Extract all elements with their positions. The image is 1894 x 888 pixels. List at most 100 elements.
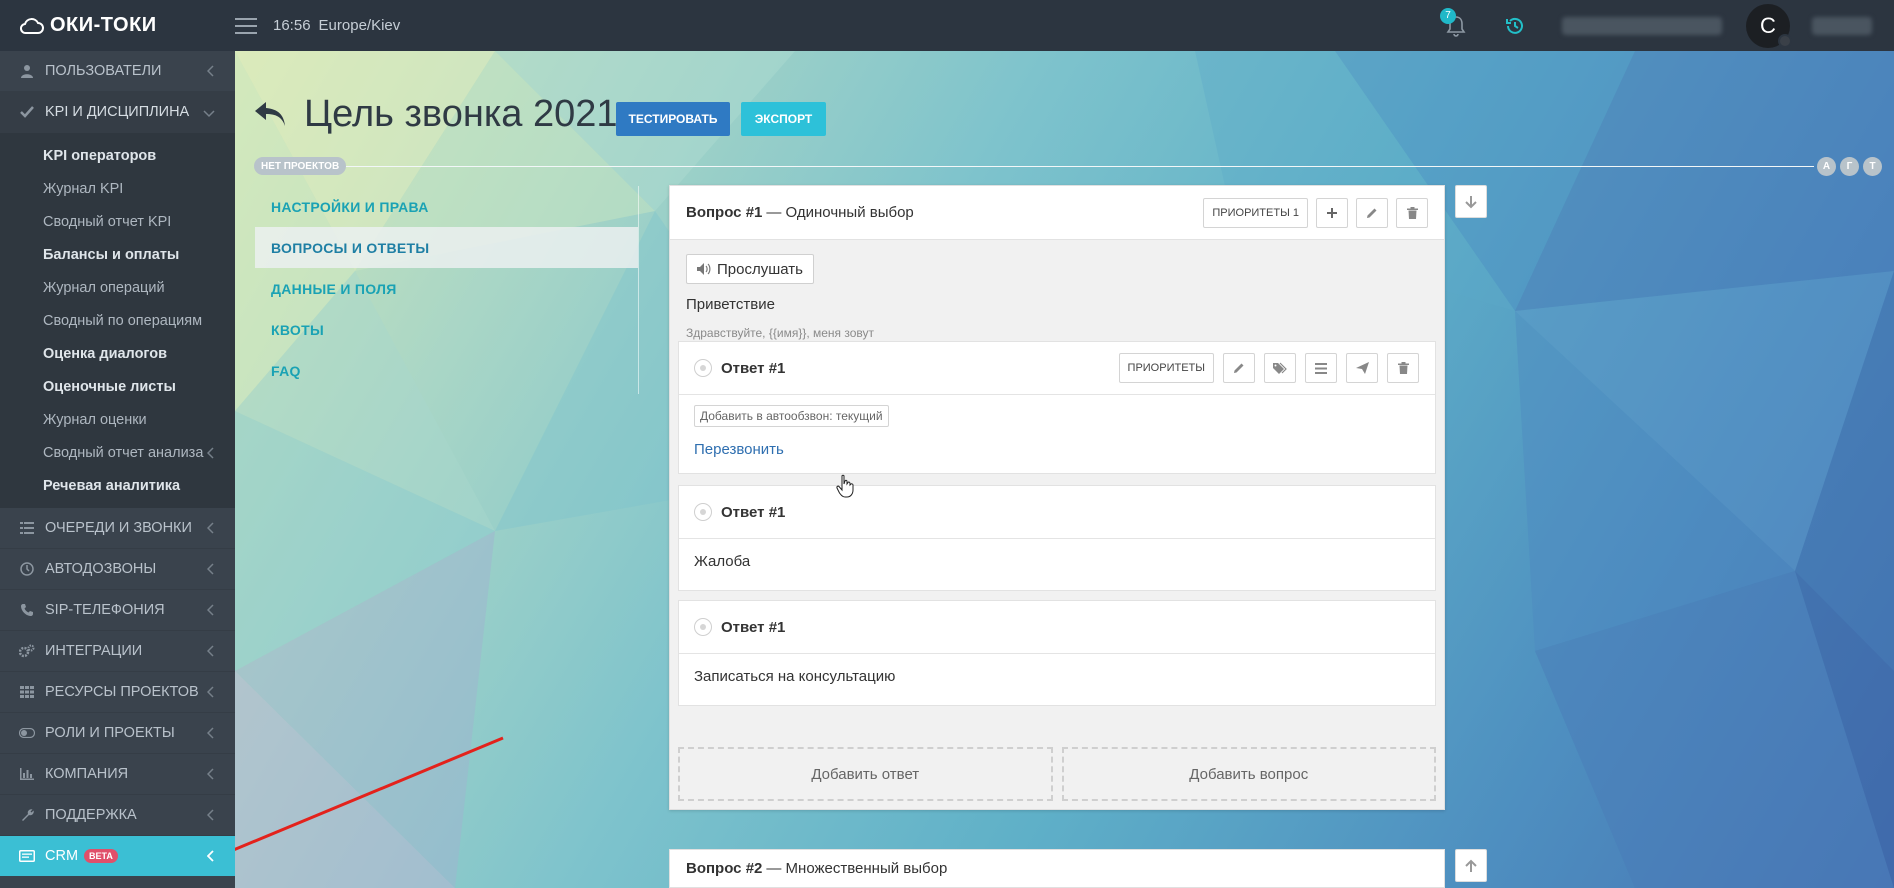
sidebar-sub-speech-analytics[interactable]: Речевая аналитика: [0, 469, 235, 502]
sidebar: ПОЛЬЗОВАТЕЛИ KPI И ДИСЦИПЛИНА KPI операт…: [0, 51, 235, 888]
answer-radio[interactable]: [694, 503, 712, 521]
chevron-left-icon: [206, 563, 215, 579]
move-down-icon[interactable]: [1455, 185, 1487, 218]
letter-chip-a[interactable]: А: [1817, 157, 1836, 176]
answer-label: Ответ #1: [721, 359, 786, 377]
answer-header: Ответ #1: [679, 601, 1435, 654]
sidebar-sub-label: Сводный отчет анализа: [43, 444, 204, 461]
chevron-left-icon: [206, 522, 215, 538]
sidebar-sub-analysis-summary[interactable]: Сводный отчет анализа: [0, 436, 235, 469]
sidebar-sub-dialog-rating[interactable]: Оценка диалогов: [0, 337, 235, 370]
tab-data-fields[interactable]: ДАННЫЕ И ПОЛЯ: [255, 268, 638, 309]
crm-card-icon: [18, 850, 36, 862]
sidebar-sub-rating-sheets[interactable]: Оценочные листы: [0, 370, 235, 403]
question-number: Вопрос #1: [686, 204, 763, 221]
sidebar-item-label: РОЛИ И ПРОЕКТЫ: [45, 725, 175, 741]
autodial-tag: Добавить в автообзвон: текущий: [694, 405, 889, 427]
tab-questions[interactable]: ВОПРОСЫ И ОТВЕТЫ: [255, 227, 638, 268]
sidebar-item-queues[interactable]: ОЧЕРЕДИ И ЗВОНКИ: [0, 508, 235, 549]
list-icon[interactable]: [1305, 353, 1337, 383]
clock-icon: [18, 562, 36, 576]
history-icon[interactable]: [1504, 15, 1526, 37]
sidebar-sub-operations-summary[interactable]: Сводный по операциям: [0, 304, 235, 337]
question-text: Здравствуйте, {{имя}}, меня зовут: [686, 326, 875, 340]
back-arrow-icon[interactable]: [252, 98, 288, 130]
edit-icon[interactable]: [1223, 353, 1255, 383]
question-title: Приветствие: [686, 296, 775, 313]
tab-settings[interactable]: НАСТРОЙКИ И ПРАВА: [255, 186, 638, 227]
gears-icon: [18, 644, 36, 658]
sidebar-item-kpi[interactable]: KPI И ДИСЦИПЛИНА: [0, 92, 235, 133]
send-icon[interactable]: [1346, 353, 1378, 383]
add-question-button[interactable]: Добавить вопрос: [1061, 747, 1436, 801]
listen-button[interactable]: Прослушать: [686, 254, 814, 284]
sidebar-sub-balances[interactable]: Балансы и оплаты: [0, 238, 235, 271]
add-icon[interactable]: [1316, 198, 1348, 228]
sidebar-sub-operations-journal[interactable]: Журнал операций: [0, 271, 235, 304]
letter-chip-g[interactable]: Г: [1840, 157, 1859, 176]
sidebar-item-crm[interactable]: CRM BETA: [0, 836, 235, 876]
sidebar-sub-kpi-journal[interactable]: Журнал KPI: [0, 172, 235, 205]
bar-chart-icon: [18, 768, 36, 780]
notifications-bell-icon[interactable]: 7: [1440, 7, 1468, 38]
sidebar-item-integrations[interactable]: ИНТЕГРАЦИИ: [0, 631, 235, 672]
avatar[interactable]: C: [1746, 3, 1792, 48]
check-icon: [18, 106, 36, 118]
sidebar-sub-kpi-summary[interactable]: Сводный отчет KPI: [0, 205, 235, 238]
question-priorities-button[interactable]: ПРИОРИТЕТЫ 1: [1203, 198, 1308, 228]
chevron-left-icon: [206, 768, 215, 784]
trash-icon[interactable]: [1396, 198, 1428, 228]
beta-badge: BETA: [84, 849, 118, 863]
answer-label: Ответ #1: [721, 503, 786, 521]
sidebar-sub-rating-journal[interactable]: Журнал оценки: [0, 403, 235, 436]
add-answer-button[interactable]: Добавить ответ: [678, 747, 1053, 801]
logo-text: ОКИ-ТОКИ: [50, 14, 157, 36]
projects-pill[interactable]: НЕТ ПРОЕКТОВ: [254, 157, 347, 175]
tags-icon[interactable]: [1264, 353, 1296, 383]
move-up-icon[interactable]: [1455, 849, 1487, 882]
sidebar-item-company[interactable]: КОМПАНИЯ: [0, 754, 235, 795]
script-tabs: НАСТРОЙКИ И ПРАВА ВОПРОСЫ И ОТВЕТЫ ДАННЫ…: [255, 186, 639, 394]
answer-card: Ответ #1 Жалоба: [678, 485, 1436, 591]
wrench-icon: [18, 808, 36, 822]
edit-icon[interactable]: [1356, 198, 1388, 228]
tab-faq[interactable]: FAQ: [255, 350, 638, 391]
logo[interactable]: ОКИ-ТОКИ: [0, 0, 235, 51]
chevron-left-icon: [206, 604, 215, 620]
trash-icon[interactable]: [1387, 353, 1419, 383]
user-name-blurred: [1812, 16, 1872, 35]
notifications-count: 7: [1440, 7, 1456, 24]
sidebar-item-support[interactable]: ПОДДЕРЖКА: [0, 795, 235, 836]
chevron-left-icon: [206, 809, 215, 825]
question-card: Вопрос #1 — Одиночный выбор ПРИОРИТЕТЫ 1…: [669, 185, 1445, 810]
answer-radio[interactable]: [694, 618, 712, 636]
sidebar-item-users[interactable]: ПОЛЬЗОВАТЕЛИ: [0, 51, 235, 92]
sidebar-item-sip[interactable]: SIP-ТЕЛЕФОНИЯ: [0, 590, 235, 631]
chevron-left-icon: [206, 65, 215, 81]
page-title: Цель звонка 2021: [304, 93, 618, 135]
timezone: Europe/Kiev: [318, 17, 401, 34]
sidebar-item-label: KPI И ДИСЦИПЛИНА: [45, 104, 190, 120]
answer-card: Ответ #1 ПРИОРИТЕТЫ Добавить в автообзво…: [678, 341, 1436, 474]
chevron-left-icon: [206, 686, 215, 702]
answer-radio[interactable]: [694, 359, 712, 377]
answer-priorities-button[interactable]: ПРИОРИТЕТЫ: [1118, 353, 1214, 383]
callback-link[interactable]: Перезвонить: [694, 441, 1420, 458]
projects-divider: [254, 166, 1814, 167]
sidebar-item-label: ИНТЕГРАЦИИ: [45, 643, 143, 659]
tab-quotas[interactable]: КВОТЫ: [255, 309, 638, 350]
menu-toggle-icon[interactable]: [235, 17, 257, 34]
letter-chip-t[interactable]: Т: [1863, 157, 1882, 176]
avatar-letter: C: [1760, 12, 1776, 38]
export-button[interactable]: ЭКСПОРТ: [741, 102, 826, 136]
test-button[interactable]: ТЕСТИРОВАТЬ: [616, 102, 730, 136]
sidebar-item-autodial[interactable]: АВТОДОЗВОНЫ: [0, 549, 235, 590]
sidebar-item-roles[interactable]: РОЛИ И ПРОЕКТЫ: [0, 713, 235, 754]
kpi-submenu: KPI операторов Журнал KPI Сводный отчет …: [0, 133, 235, 508]
chevron-left-icon: [206, 447, 215, 463]
sidebar-item-resources[interactable]: РЕСУРСЫ ПРОЕКТОВ: [0, 672, 235, 713]
toggle-icon: [18, 728, 36, 738]
answer-card: Ответ #1 Записаться на консультацию: [678, 600, 1436, 706]
chevron-left-icon: [206, 850, 215, 866]
sidebar-sub-kpi-operators[interactable]: KPI операторов: [0, 139, 235, 172]
